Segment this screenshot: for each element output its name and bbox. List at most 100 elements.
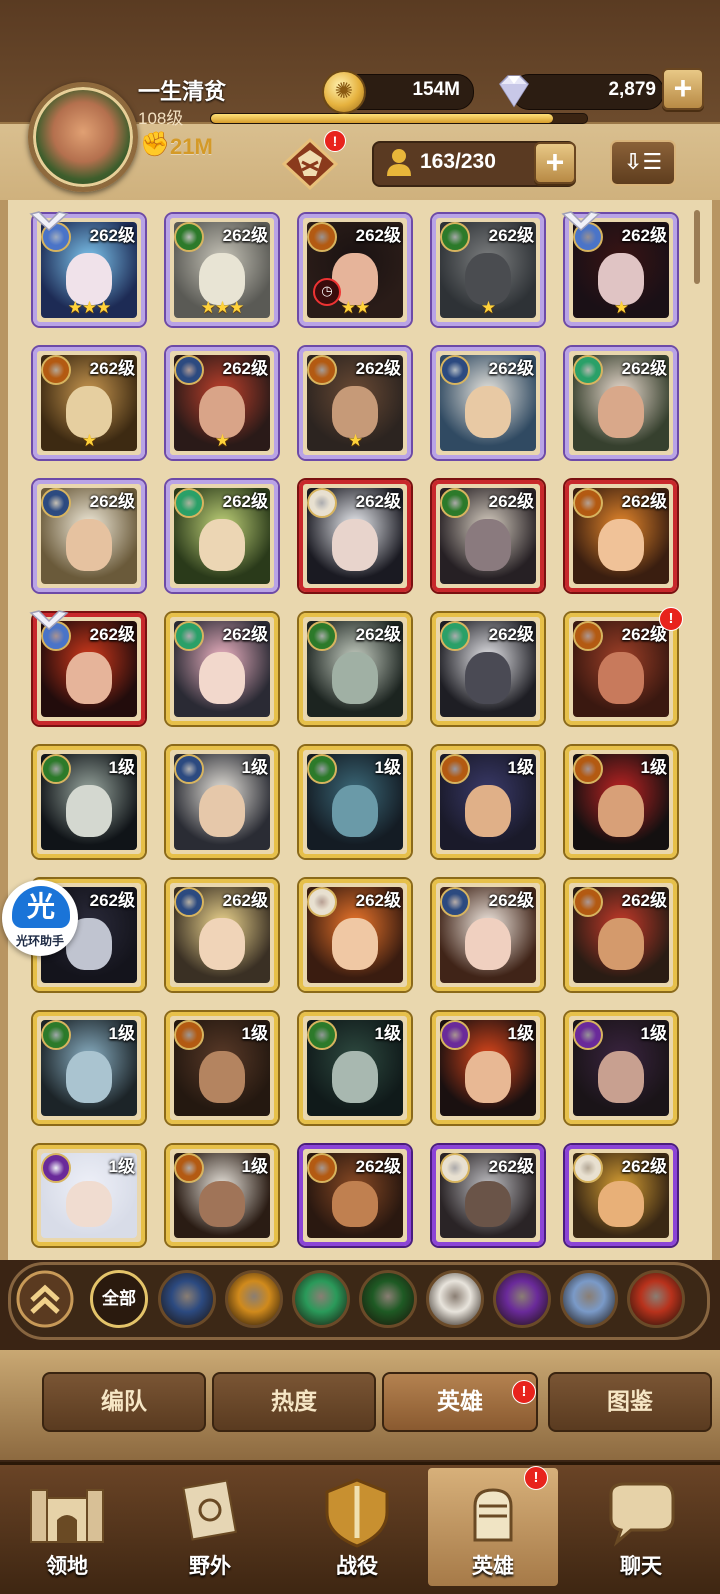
filter-mauler-icon[interactable] [225, 1270, 283, 1328]
wilder-faction-icon [440, 488, 470, 518]
double-chevron-up-icon[interactable] [16, 1270, 74, 1328]
hero-level: 1级 [241, 1157, 268, 1176]
graveborn-faction-icon [573, 355, 603, 385]
hypogean-faction-icon [440, 1153, 470, 1183]
filter-dimensional-icon[interactable] [560, 1270, 618, 1328]
hero-card[interactable]: 262级 ★ [166, 347, 278, 459]
hypogean-faction-icon [307, 488, 337, 518]
hero-card[interactable]: 1级 [565, 1012, 677, 1124]
hero-level: 262级 [488, 359, 534, 378]
hero-card[interactable]: 1级 [33, 746, 145, 858]
helper-label: 光环助手 [15, 934, 64, 948]
hero-face [598, 785, 644, 838]
hero-card[interactable]: 262级 [565, 1145, 677, 1246]
lightbearer-faction-icon [174, 754, 204, 784]
hero-card[interactable]: 262级 ★ [33, 347, 145, 459]
expand-hero-slots-button[interactable]: + [534, 142, 576, 184]
sort-button[interactable]: ⇩☰ [610, 140, 676, 186]
heroes-tab-alert-badge: ! [512, 1380, 536, 1404]
hero-face [465, 1051, 511, 1104]
mauler-faction-icon [573, 887, 603, 917]
hero-face [465, 918, 511, 971]
filter-wilder-icon[interactable] [292, 1270, 350, 1328]
tab-heroes[interactable]: 英雄 [382, 1372, 538, 1432]
hero-level: 262级 [621, 1157, 667, 1176]
hero-card[interactable]: 262级 ★★ ◷ [299, 214, 411, 326]
tab-formation[interactable]: 编队 [42, 1372, 206, 1432]
hero-card[interactable]: 262级 [166, 879, 278, 991]
mauler-faction-icon [41, 355, 71, 385]
hero-card[interactable]: 1级 [565, 746, 677, 858]
hero-card[interactable]: 262级 ★ [432, 214, 544, 326]
player-avatar[interactable] [28, 82, 138, 192]
hero-card[interactable]: 262级 [432, 1145, 544, 1246]
hero-level: 1级 [507, 1024, 534, 1043]
hero-level: 262级 [222, 359, 268, 378]
hero-card[interactable]: 262级 [565, 347, 677, 459]
hero-level: 262级 [89, 359, 135, 378]
hero-card[interactable]: 262级 [432, 879, 544, 991]
hero-level: 262级 [222, 226, 268, 245]
hero-level: 262级 [355, 226, 401, 245]
hero-card[interactable]: 262级 [432, 613, 544, 725]
tab-popularity[interactable]: 热度 [212, 1372, 376, 1432]
xp-bar [210, 113, 588, 124]
filter-lightbearer-icon[interactable] [158, 1270, 216, 1328]
hero-level: 262级 [222, 625, 268, 644]
hero-card[interactable]: 1级 [166, 746, 278, 858]
gauntlet-icon [473, 1488, 513, 1542]
filter-hypogean-icon[interactable] [493, 1270, 551, 1328]
hero-card[interactable]: 262级 [565, 613, 677, 725]
hero-card[interactable]: 1级 [33, 1145, 145, 1246]
hero-card[interactable]: 1级 [299, 1012, 411, 1124]
hero-card[interactable]: 262级 [565, 879, 677, 991]
star-rating: ★ [613, 298, 629, 317]
hero-level: 1级 [241, 1024, 268, 1043]
xp-bar-fill [211, 114, 554, 123]
hero-level: 1级 [108, 1024, 135, 1043]
hero-card[interactable]: 262级 [299, 879, 411, 991]
mauler-faction-icon [573, 621, 603, 651]
hero-card[interactable]: 262级 [432, 480, 544, 592]
helper-floating-button[interactable]: 光 光环助手 [2, 880, 78, 956]
lightbearer-faction-icon [174, 887, 204, 917]
nav-territory[interactable]: 领地 [2, 1468, 132, 1586]
gold-coin-icon: ✺ [322, 70, 366, 114]
hero-card[interactable]: 1级 [432, 746, 544, 858]
hero-face [598, 519, 644, 572]
hero-card[interactable]: 262级 ★ [299, 347, 411, 459]
nav-wilderness[interactable]: 野外 [145, 1468, 275, 1586]
filter-graveborn-icon[interactable] [359, 1270, 417, 1328]
hero-face [465, 386, 511, 439]
dimensional-faction-icon [41, 1153, 71, 1183]
nav-chat[interactable]: 聊天 [576, 1468, 706, 1586]
hero-level: 262级 [89, 492, 135, 511]
hero-card[interactable]: 262级 [166, 480, 278, 592]
hero-card[interactable]: 262级 [299, 1145, 411, 1246]
hero-card[interactable]: 1级 [299, 746, 411, 858]
hero-card[interactable]: 1级 [432, 1012, 544, 1124]
hero-card[interactable]: 262级 [565, 480, 677, 592]
hero-card[interactable]: 262级 [432, 347, 544, 459]
tab-collection[interactable]: 图鉴 [548, 1372, 712, 1432]
hero-card[interactable]: 262级 [166, 613, 278, 725]
scrollbar[interactable] [694, 210, 700, 284]
add-gems-button[interactable]: + [662, 68, 704, 110]
hero-card[interactable]: 262级 [299, 480, 411, 592]
filter-celestial-icon[interactable] [426, 1270, 484, 1328]
nav-label: 野外 [189, 1555, 231, 1578]
hero-card[interactable]: 1级 [166, 1145, 278, 1246]
wilder-faction-icon [41, 754, 71, 784]
mauler-faction-icon [573, 488, 603, 518]
hero-face [598, 918, 644, 971]
hero-face [332, 1180, 378, 1228]
filter-all[interactable]: 全部 [90, 1270, 148, 1328]
hero-card[interactable]: 1级 [33, 1012, 145, 1124]
hero-card[interactable]: 262级 [33, 480, 145, 592]
hero-card[interactable]: 262级 ★★★ [166, 214, 278, 326]
hero-card[interactable]: 1级 [166, 1012, 278, 1124]
hero-card[interactable]: 262级 [299, 613, 411, 725]
filter-draconis-icon[interactable] [627, 1270, 685, 1328]
map-scroll-icon [182, 1479, 237, 1541]
nav-campaign[interactable]: 战役 [292, 1468, 422, 1586]
